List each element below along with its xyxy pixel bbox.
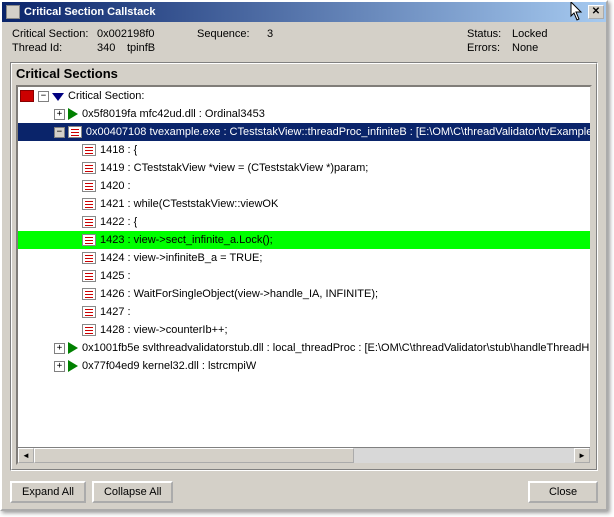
- sequence-value: 3: [267, 28, 347, 40]
- collapse-toggle[interactable]: −: [54, 127, 65, 138]
- down-arrow-icon: [52, 93, 64, 101]
- thread-id-value: 340: [97, 42, 127, 54]
- close-icon[interactable]: ✕: [588, 5, 604, 19]
- root-label: Critical Section:: [68, 90, 144, 102]
- sequence-label: Sequence:: [197, 28, 267, 40]
- info-panel: Critical Section: 0x002198f0 Sequence: 3…: [2, 22, 606, 60]
- tree-row[interactable]: 1428 : view->counterIb++;: [18, 321, 590, 339]
- thread-id-label: Thread Id:: [12, 42, 97, 54]
- status-label: Status:: [467, 28, 512, 40]
- expand-all-button[interactable]: Expand All: [10, 481, 86, 503]
- button-bar: Expand All Collapse All Close: [2, 475, 606, 509]
- file-icon: [82, 216, 96, 228]
- collapse-toggle[interactable]: −: [38, 91, 49, 102]
- play-icon: [68, 360, 78, 372]
- tree-row[interactable]: 1427 :: [18, 303, 590, 321]
- tree-row[interactable]: 1421 : while(CTeststakView::viewOK: [18, 195, 590, 213]
- file-icon: [82, 306, 96, 318]
- tree-row-highlight[interactable]: 1423 : view->sect_infinite_a.Lock();: [18, 231, 590, 249]
- tree-row[interactable]: 1424 : view->infiniteB_a = TRUE;: [18, 249, 590, 267]
- play-icon: [68, 342, 78, 354]
- expand-toggle[interactable]: +: [54, 343, 65, 354]
- titlebar[interactable]: Critical Section Callstack ✕: [2, 2, 606, 22]
- expand-toggle[interactable]: +: [54, 109, 65, 120]
- file-icon: [82, 270, 96, 282]
- scroll-left-icon[interactable]: ◄: [18, 448, 34, 463]
- file-icon: [82, 234, 96, 246]
- stop-icon: [20, 90, 34, 102]
- play-icon: [68, 108, 78, 120]
- collapse-all-button[interactable]: Collapse All: [92, 481, 173, 503]
- tree-row[interactable]: 1422 : {: [18, 213, 590, 231]
- file-icon: [82, 180, 96, 192]
- file-icon: [82, 162, 96, 174]
- scroll-thumb[interactable]: [34, 448, 354, 463]
- file-icon: [68, 126, 82, 138]
- horizontal-scrollbar[interactable]: ◄ ►: [18, 447, 590, 463]
- close-button[interactable]: Close: [528, 481, 598, 503]
- status-value: Locked: [512, 28, 547, 40]
- tree-root[interactable]: − Critical Section:: [18, 87, 590, 105]
- tree-row[interactable]: 1426 : WaitForSingleObject(view->handle_…: [18, 285, 590, 303]
- tree-row[interactable]: + 0x1001fb5e svlthreadvalidatorstub.dll …: [18, 339, 590, 357]
- scroll-right-icon[interactable]: ►: [574, 448, 590, 463]
- tree-row-selected[interactable]: − 0x00407108 tvexample.exe : CTeststakVi…: [18, 123, 590, 141]
- file-icon: [82, 252, 96, 264]
- tree-row[interactable]: + 0x5f8019fa mfc42ud.dll : Ordinal3453: [18, 105, 590, 123]
- tree-row[interactable]: 1418 : {: [18, 141, 590, 159]
- scroll-track[interactable]: [34, 448, 574, 463]
- tree-row[interactable]: + 0x77f04ed9 kernel32.dll : lstrcmpiW: [18, 357, 590, 375]
- seq-spacer: [197, 42, 267, 54]
- errors-label: Errors:: [467, 42, 512, 54]
- tree-row[interactable]: 1419 : CTeststakView *view = (CTeststakV…: [18, 159, 590, 177]
- errors-value: None: [512, 42, 538, 54]
- window: Critical Section Callstack ✕ Critical Se…: [0, 0, 608, 511]
- file-icon: [82, 324, 96, 336]
- group-title: Critical Sections: [12, 64, 596, 85]
- critical-section-label: Critical Section:: [12, 28, 97, 40]
- app-icon: [6, 5, 20, 19]
- file-icon: [82, 288, 96, 300]
- tree-row[interactable]: 1425 :: [18, 267, 590, 285]
- tree-view[interactable]: − Critical Section: + 0x5f8019fa mfc42ud…: [16, 85, 592, 465]
- tree-row[interactable]: 1420 :: [18, 177, 590, 195]
- critical-section-value: 0x002198f0: [97, 28, 177, 40]
- expand-toggle[interactable]: +: [54, 361, 65, 372]
- thread-name: tpinfB: [127, 42, 177, 54]
- group-frame: Critical Sections − Critical Section: + …: [10, 62, 598, 471]
- file-icon: [82, 144, 96, 156]
- window-title: Critical Section Callstack: [24, 6, 588, 18]
- file-icon: [82, 198, 96, 210]
